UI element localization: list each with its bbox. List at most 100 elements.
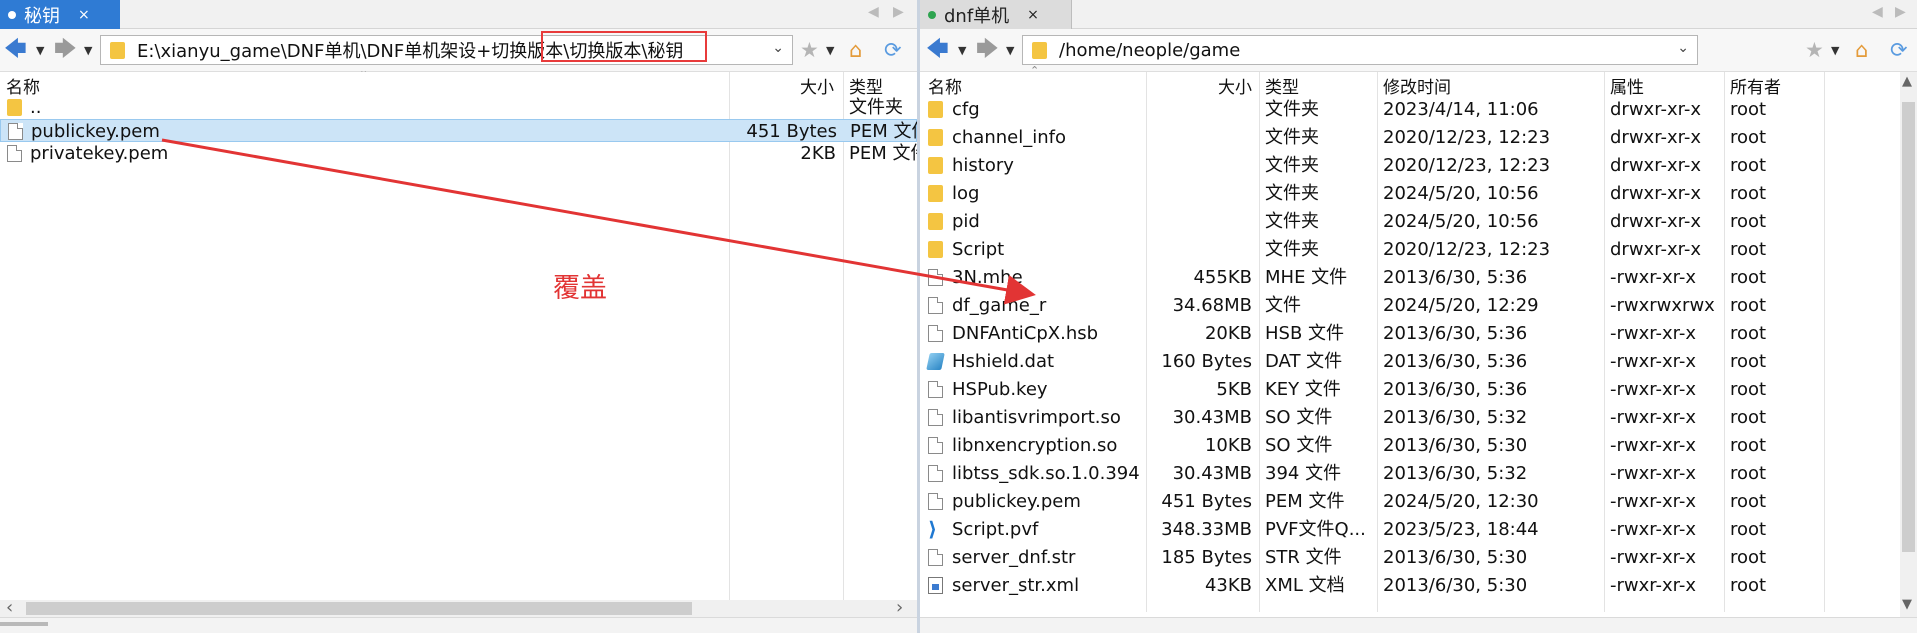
file-name: Script.pvf [952,519,1039,540]
bookmark-dropdown-icon[interactable]: ▼ [1831,44,1839,57]
file-type: XML 文档 [1265,575,1345,596]
folder-icon [928,129,943,146]
close-tab-icon[interactable]: × [1027,7,1039,23]
list-item[interactable]: libtss_sdk.so.1.0.394 30.43MB 394 文件 2013/6… [920,460,1917,488]
scroll-right-icon[interactable]: › [896,597,903,618]
chevron-down-icon[interactable]: ⌄ [772,40,784,56]
list-item[interactable]: HSPub.key 5KB KEY 文件 2013/6/30, 5:36 -rwxr-x… [920,376,1917,404]
back-icon[interactable]: 🡄 [4,38,27,62]
bookmark-star-icon[interactable]: ★ [800,39,819,61]
remote-path: /home/neople/game [1059,39,1241,61]
file-attributes: drwxr-xr-x [1610,183,1701,204]
file-modified: 2013/6/30, 5:36 [1383,267,1528,288]
scroll-left-icon[interactable]: ‹ [6,597,13,618]
forward-icon[interactable]: 🡆 [54,38,77,62]
list-item[interactable]: channel_info 文件夹 2020/12/23, 12:23 drwxr-xr… [920,124,1917,152]
file-name: libtss_sdk.so.1.0.394 [952,463,1140,484]
folder-icon [928,241,943,258]
column-type[interactable]: 类型 [849,73,883,98]
list-item[interactable]: .. 文件夹 [0,96,917,119]
file-attributes: -rwxr-xr-x [1610,351,1697,372]
list-item[interactable]: libantisvrimport.so 30.43MB SO 文件 2013/6/30… [920,404,1917,432]
tab-scroll-right-icon[interactable]: ▶ [893,4,904,20]
tab-scroll-right-icon[interactable]: ▶ [1895,4,1906,20]
file-type: DAT 文件 [1265,351,1343,372]
column-name[interactable]: 名称 [928,73,962,98]
bookmark-star-icon[interactable]: ★ [1805,39,1824,61]
local-horizontal-scrollbar[interactable]: ‹ › [0,597,917,618]
list-item[interactable]: Script 文件夹 2020/12/23, 12:23 drwxr-xr-x root [920,236,1917,264]
home-folder-icon[interactable]: ⌂ [1855,39,1868,61]
file-attributes: -rwxr-xr-x [1610,547,1697,568]
tab-local-key[interactable]: 秘钥 × [0,0,120,29]
column-attributes[interactable]: 属性 [1610,73,1644,98]
file-owner: root [1730,463,1767,484]
file-type: PEM 文件 [850,121,917,142]
list-item[interactable]: libnxencryption.so 10KB SO 文件 2013/6/30, 5:… [920,432,1917,460]
list-item[interactable]: publickey.pem 451 Bytes PEM 文件 [0,119,917,142]
file-icon [928,437,943,454]
local-address-bar[interactable]: E:\xianyu_game\DNF单机\DNF单机架设+切换版本\切换版本\秘… [100,35,793,65]
chevron-down-icon[interactable]: ⌄ [1677,40,1689,56]
scrollbar-thumb[interactable] [26,602,692,615]
remote-address-bar[interactable]: /home/neople/game ⌄ [1022,35,1698,65]
local-statusbar [0,617,917,633]
column-name[interactable]: 名称 [6,73,40,98]
back-history-dropdown-icon[interactable]: ▼ [958,44,966,57]
file-owner: root [1730,407,1767,428]
list-item[interactable]: server_str.xml 43KB XML 文档 2013/6/30, 5:30 -… [920,572,1917,600]
file-name: log [952,183,980,204]
list-item[interactable]: publickey.pem 451 Bytes PEM 文件 2024/5/20, 1… [920,488,1917,516]
tab-scroll-left-icon[interactable]: ◀ [1872,4,1883,20]
list-item[interactable]: 3N.mhe 455KB MHE 文件 2013/6/30, 5:36 -rwxr-xr… [920,264,1917,292]
column-size[interactable]: 大小 [800,73,834,98]
file-name: history [952,155,1014,176]
file-icon [928,549,943,566]
list-item[interactable]: ⟩ Script.pvf 348.33MB PVF文件Q... 2023/5/23, 1… [920,516,1917,544]
list-item[interactable]: log 文件夹 2024/5/20, 10:56 drwxr-xr-x root [920,180,1917,208]
column-type[interactable]: 类型 [1265,73,1299,98]
folder-icon [928,185,943,202]
file-type: 文件 [1265,295,1301,316]
file-owner: root [1730,435,1767,456]
file-attributes: -rwxr-xr-x [1610,323,1697,344]
column-owner[interactable]: 所有者 [1730,73,1781,98]
list-item[interactable]: privatekey.pem 2KB PEM 文件 [0,142,917,165]
list-item[interactable]: DNFAntiCpX.hsb 20KB HSB 文件 2013/6/30, 5:36 -… [920,320,1917,348]
list-item[interactable]: server_dnf.str 185 Bytes STR 文件 2013/6/30, … [920,544,1917,572]
scroll-down-icon[interactable]: ▼ [1902,597,1912,612]
home-folder-icon[interactable]: ⌂ [849,39,862,61]
column-size[interactable]: 大小 [1218,73,1252,98]
tab-scroll-left-icon[interactable]: ◀ [868,4,879,20]
file-icon [928,381,943,398]
file-owner: root [1730,491,1767,512]
list-item[interactable]: history 文件夹 2020/12/23, 12:23 drwxr-xr-x roo… [920,152,1917,180]
refresh-icon[interactable]: ⟳ [884,39,902,61]
back-history-dropdown-icon[interactable]: ▼ [36,44,44,57]
local-toolbar: 🡄 ▼ 🡆 ▼ E:\xianyu_game\DNF单机\DNF单机架设+切换版… [0,29,917,72]
list-item[interactable]: df_game_r 34.68MB 文件 2024/5/20, 12:29 -rwxrw… [920,292,1917,320]
scrollbar-thumb[interactable] [1902,102,1915,552]
scroll-up-icon[interactable]: ▲ [1902,74,1912,89]
remote-tabbar: dnf单机 × ◀ ▶ [920,0,1917,29]
column-modified[interactable]: 修改时间 [1383,73,1451,98]
file-icon [928,493,943,510]
file-name: server_str.xml [952,575,1080,596]
remote-vertical-scrollbar[interactable]: ▲ ▼ [1900,72,1917,617]
forward-history-dropdown-icon[interactable]: ▼ [1006,44,1014,57]
bookmark-dropdown-icon[interactable]: ▼ [826,44,834,57]
list-item[interactable]: Hshield.dat 160 Bytes DAT 文件 2013/6/30, 5:3… [920,348,1917,376]
file-owner: root [1730,99,1767,120]
tab-remote-dnf[interactable]: dnf单机 × [920,0,1072,29]
back-icon[interactable]: 🡄 [926,38,949,62]
list-item[interactable]: cfg 文件夹 2023/4/14, 11:06 drwxr-xr-x root [920,96,1917,124]
list-item[interactable]: pid 文件夹 2024/5/20, 10:56 drwxr-xr-x root [920,208,1917,236]
file-size: 20KB [1204,323,1252,344]
refresh-icon[interactable]: ⟳ [1890,39,1908,61]
forward-icon[interactable]: 🡆 [976,38,999,62]
folder-icon [1032,41,1047,59]
file-owner: root [1730,379,1767,400]
forward-history-dropdown-icon[interactable]: ▼ [84,44,92,57]
close-tab-icon[interactable]: × [78,7,90,23]
file-icon [928,325,943,342]
